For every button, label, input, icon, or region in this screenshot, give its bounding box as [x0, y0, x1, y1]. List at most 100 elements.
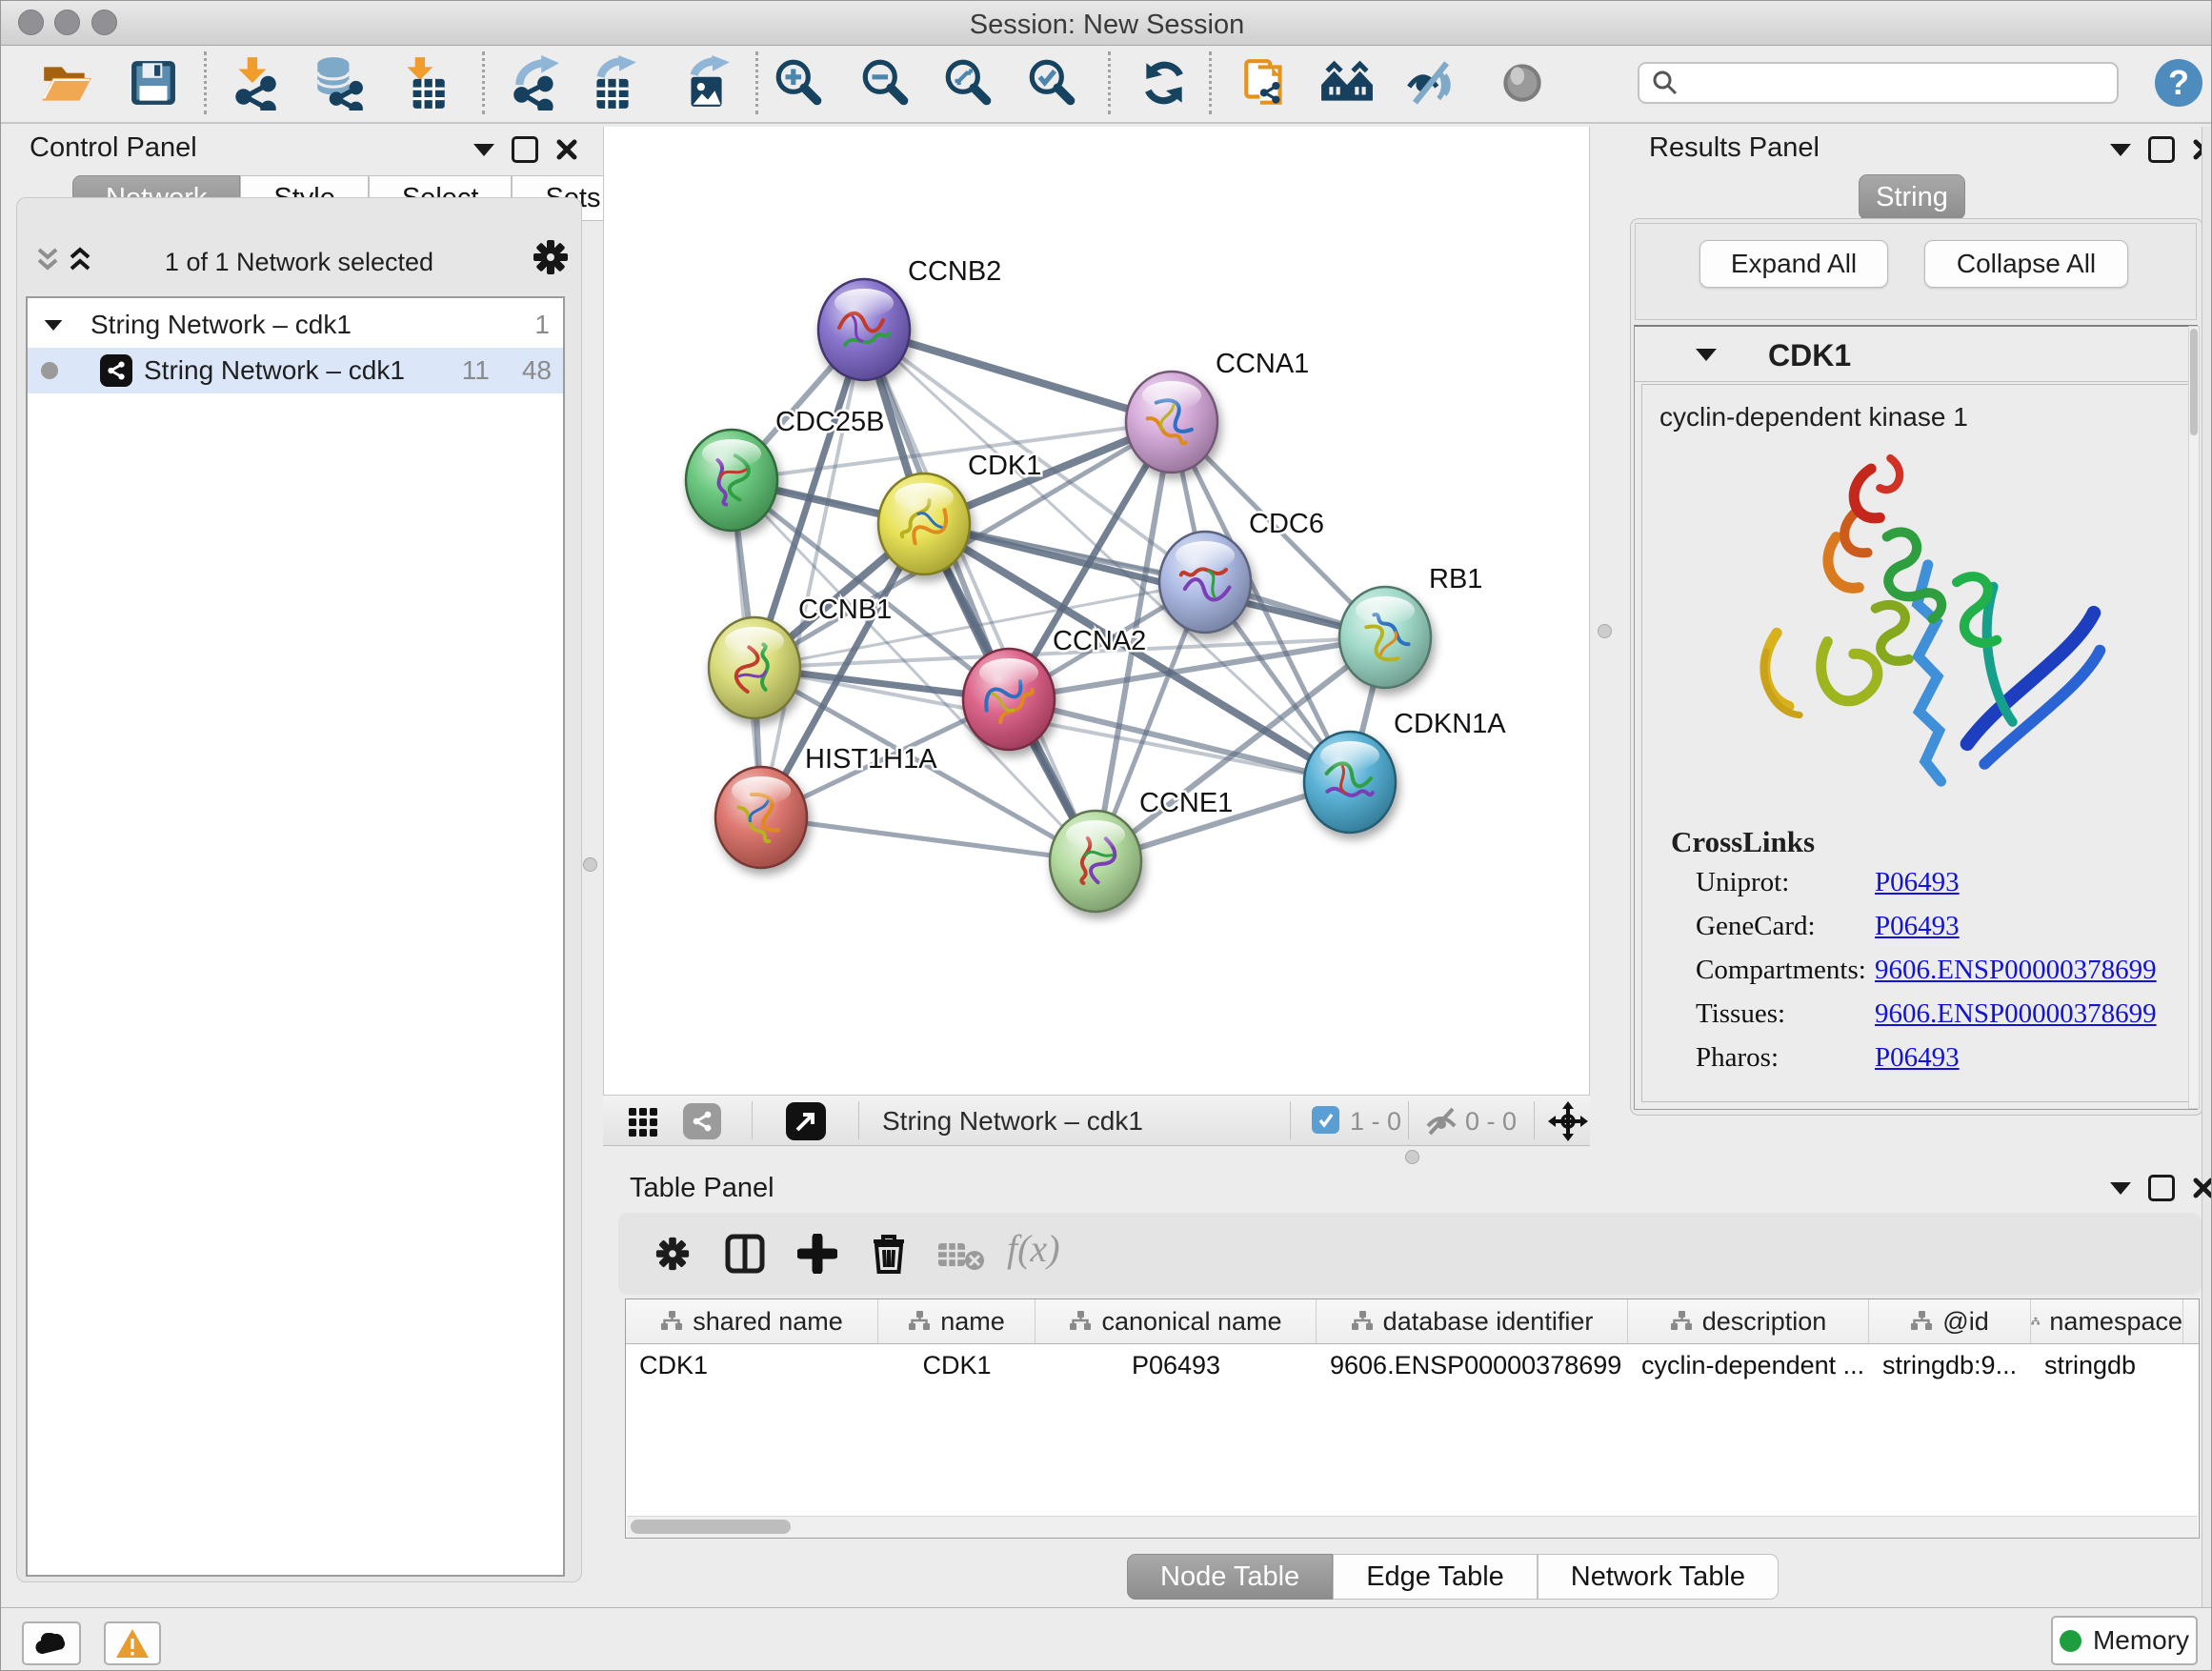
results-tab-string[interactable]: String: [1859, 174, 1965, 220]
network-node-CCNA2[interactable]: [963, 649, 1055, 750]
crosslink-link[interactable]: P06493: [1875, 1042, 1960, 1073]
import-string-network-icon[interactable]: [1237, 53, 1296, 112]
warning-button[interactable]: [104, 1621, 161, 1665]
zoom-in-icon[interactable]: [770, 53, 829, 112]
network-node-CDKN1A[interactable]: [1304, 732, 1396, 833]
import-network-database-icon[interactable]: [308, 53, 367, 112]
refresh-icon[interactable]: [1135, 53, 1194, 112]
zoom-selected-icon[interactable]: [1023, 53, 1082, 112]
cell-name[interactable]: CDK1: [878, 1344, 1036, 1386]
open-session-icon[interactable]: [36, 53, 95, 112]
network-node-HIST1H1A[interactable]: [715, 767, 807, 868]
import-network-file-icon[interactable]: [226, 53, 285, 112]
network-node-CCNB2[interactable]: [818, 279, 910, 380]
selected-checkbox[interactable]: [1312, 1106, 1339, 1134]
network-node-CDC25B[interactable]: [686, 430, 777, 531]
delete-table-icon[interactable]: [936, 1239, 986, 1272]
table-hscrollbar-thumb[interactable]: [631, 1520, 791, 1534]
crosslink-link[interactable]: 9606.ENSP00000378699: [1875, 998, 2157, 1029]
show-column-icon[interactable]: [725, 1234, 765, 1274]
right-splitter-handle[interactable]: [1598, 624, 1612, 638]
network-selected-status: 1 of 1 Network selected: [17, 248, 581, 277]
export-image-icon[interactable]: [676, 53, 735, 112]
network-row-selected[interactable]: String Network – cdk1 11 48: [28, 348, 563, 393]
expand-all-button[interactable]: Expand All: [1699, 240, 1888, 288]
delete-column-icon[interactable]: [868, 1232, 910, 1276]
export-network-icon[interactable]: [506, 53, 565, 112]
column-header-id[interactable]: @id: [1869, 1299, 2031, 1343]
pan-crosshair-icon[interactable]: [1548, 1101, 1588, 1141]
gene-section-collapse-icon[interactable]: [1696, 349, 1717, 361]
crosslink-link[interactable]: 9606.ENSP00000378699: [1875, 955, 2157, 985]
memory-label: Memory: [2093, 1625, 2189, 1656]
column-header-description[interactable]: description: [1628, 1299, 1869, 1343]
help-icon[interactable]: ?: [2149, 53, 2208, 112]
node-label-RB1: RB1: [1429, 564, 1482, 594]
network-node-RB1[interactable]: [1339, 587, 1431, 688]
memory-button[interactable]: Memory: [2051, 1616, 2198, 1665]
results-panel-collapse-icon[interactable]: [2110, 144, 2131, 156]
network-node-CCNB1[interactable]: [709, 617, 800, 718]
column-header-namespace[interactable]: namespace: [2031, 1299, 2183, 1343]
control-panel-collapse-icon[interactable]: [473, 144, 494, 156]
show-hide-details-icon[interactable]: [1401, 53, 1460, 112]
table-panel-collapse-icon[interactable]: [2110, 1182, 2131, 1195]
network-node-CDK1[interactable]: [878, 473, 970, 574]
cell-canonicalname[interactable]: P06493: [1036, 1344, 1317, 1386]
network-collection-row[interactable]: String Network – cdk1 1: [28, 302, 563, 348]
cell-namespace[interactable]: stringdb: [2031, 1344, 2183, 1386]
network-node-CCNE1[interactable]: [1050, 811, 1141, 912]
zoom-out-icon[interactable]: [856, 53, 915, 112]
control-panel-float-icon[interactable]: [512, 136, 538, 163]
results-panel-float-icon[interactable]: [2148, 136, 2175, 163]
table-settings-gear-icon[interactable]: [654, 1236, 691, 1272]
results-scrollbar-track[interactable]: [2188, 326, 2200, 1109]
save-session-icon[interactable]: [124, 53, 183, 112]
column-header-name[interactable]: name: [878, 1299, 1036, 1343]
cell-description[interactable]: cyclin-dependent ...: [1628, 1344, 1869, 1386]
results-scrollbar-thumb[interactable]: [2190, 329, 2198, 435]
table-row[interactable]: CDK1CDK1P064939606.ENSP00000378699cyclin…: [626, 1344, 2199, 1386]
table-tab-node-table[interactable]: Node Table: [1127, 1554, 1333, 1600]
collapse-all-button[interactable]: Collapse All: [1924, 240, 2128, 288]
table-header-row: shared namenamecanonical namedatabase id…: [626, 1299, 2199, 1344]
results-panel-title: Results Panel: [1649, 132, 1820, 164]
import-table-file-icon[interactable]: [394, 53, 453, 112]
table-tab-network-table[interactable]: Network Table: [1538, 1554, 1779, 1600]
node-label-CCNB2: CCNB2: [908, 256, 1001, 287]
grid-view-icon[interactable]: [628, 1107, 658, 1137]
control-panel-close-icon[interactable]: [555, 138, 578, 161]
crosslink-link[interactable]: P06493: [1875, 867, 1960, 897]
horizontal-splitter-handle[interactable]: [1405, 1150, 1419, 1164]
add-column-icon[interactable]: [797, 1234, 837, 1274]
table-hscrollbar-track[interactable]: [627, 1516, 2198, 1538]
network-node-CCNA1[interactable]: [1126, 372, 1217, 473]
table-panel-float-icon[interactable]: [2148, 1175, 2175, 1201]
network-canvas[interactable]: CCNB2CCNA1CDC25BCDK1CDC6RB1CCNB1CCNA2CDK…: [603, 127, 1590, 1095]
birds-eye-view-icon[interactable]: [1493, 53, 1552, 112]
cell-sharedname[interactable]: CDK1: [626, 1344, 878, 1386]
column-header-canonicalname[interactable]: canonical name: [1036, 1299, 1317, 1343]
string-home-icon[interactable]: [1317, 53, 1377, 112]
column-header-sharedname[interactable]: shared name: [626, 1299, 878, 1343]
gene-details: cyclin-dependent kinase 1 CrossLinks Uni…: [1641, 384, 2190, 1102]
zoom-fit-icon[interactable]: [939, 53, 998, 112]
node-table[interactable]: shared namenamecanonical namedatabase id…: [625, 1299, 2200, 1539]
network-options-gear-icon[interactable]: [532, 238, 570, 276]
left-splitter-handle[interactable]: [583, 857, 597, 872]
fit-window-icon[interactable]: [786, 1102, 826, 1140]
search-field[interactable]: [1638, 62, 2119, 104]
crosslink-link[interactable]: P06493: [1875, 911, 1960, 941]
network-node-CDC6[interactable]: [1159, 532, 1251, 633]
cell-databaseidentifier[interactable]: 9606.ENSP00000378699: [1317, 1344, 1628, 1386]
cell-id[interactable]: stringdb:9...: [1869, 1344, 2031, 1386]
export-table-icon[interactable]: [583, 53, 642, 112]
share-network-icon[interactable]: [683, 1103, 721, 1139]
hidden-eye-icon[interactable]: [1424, 1105, 1458, 1137]
column-header-databaseidentifier[interactable]: database identifier: [1317, 1299, 1628, 1343]
table-tab-edge-table[interactable]: Edge Table: [1333, 1554, 1538, 1600]
collection-expand-icon[interactable]: [45, 319, 63, 330]
cloud-button[interactable]: [22, 1621, 81, 1665]
search-input[interactable]: [1679, 68, 2083, 99]
table-panel-close-icon[interactable]: [2192, 1177, 2212, 1199]
